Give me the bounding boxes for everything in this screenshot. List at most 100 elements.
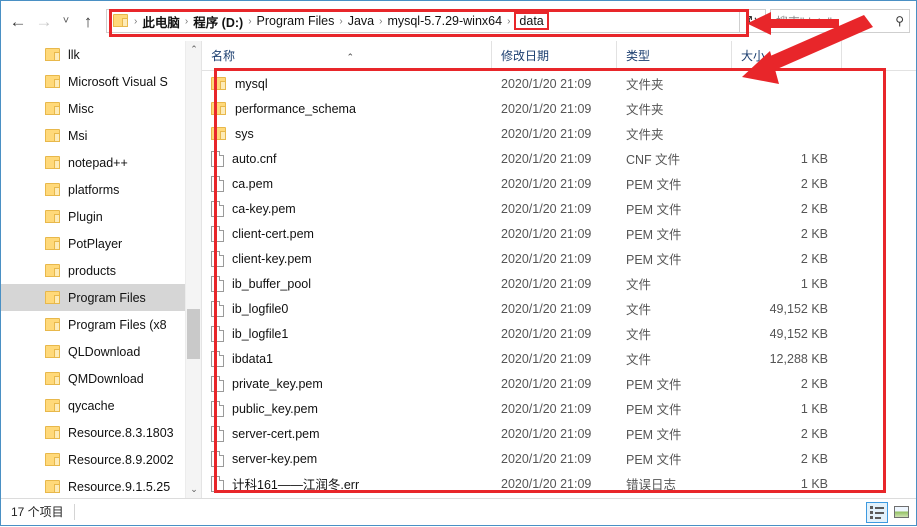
file-name-label: mysql bbox=[235, 76, 268, 91]
table-row[interactable]: ca-key.pem 2020/1/20 21:09 PEM 文件 2 KB bbox=[202, 196, 916, 221]
forward-button[interactable]: → bbox=[31, 8, 57, 34]
breadcrumb-separator: › bbox=[339, 15, 343, 27]
up-button[interactable]: ↑ bbox=[75, 8, 101, 34]
file-size-cell: 1 KB bbox=[800, 401, 828, 416]
column-header-date-modified[interactable]: 修改日期 bbox=[492, 40, 617, 71]
folder-icon bbox=[45, 183, 61, 196]
file-name-cell: client-key.pem bbox=[202, 250, 492, 267]
refresh-button[interactable]: ↻ bbox=[740, 9, 766, 33]
tree-item-platforms[interactable]: platforms bbox=[1, 176, 185, 203]
file-icon bbox=[211, 225, 224, 242]
folder-icon bbox=[113, 14, 129, 28]
tree-item-resource-8-3-1803[interactable]: Resource.8.3.1803 bbox=[1, 419, 185, 446]
file-icon bbox=[211, 300, 224, 317]
search-input[interactable]: 搜索"data" ⚲ bbox=[770, 9, 910, 33]
table-row[interactable]: ib_logfile1 2020/1/20 21:09 文件 49,152 KB bbox=[202, 321, 916, 346]
table-row[interactable]: mysql 2020/1/20 21:09 文件夹 bbox=[202, 71, 916, 96]
table-row[interactable]: ca.pem 2020/1/20 21:09 PEM 文件 2 KB bbox=[202, 171, 916, 196]
recent-locations-button[interactable]: ˅ bbox=[57, 8, 75, 34]
tree-item-label: qycache bbox=[68, 398, 115, 413]
file-name-label: ib_logfile1 bbox=[232, 326, 289, 341]
table-row[interactable]: client-key.pem 2020/1/20 21:09 PEM 文件 2 KB bbox=[202, 246, 916, 271]
file-type-cell: PEM 文件 bbox=[626, 453, 682, 467]
file-type-cell: 文件夹 bbox=[626, 78, 664, 92]
tree-item-label: QMDownload bbox=[68, 371, 144, 386]
tree-item-resource-8-9-2002[interactable]: Resource.8.9.2002 bbox=[1, 446, 185, 473]
tree-item-label: Misc bbox=[68, 101, 94, 116]
file-size-cell: 2 KB bbox=[800, 251, 828, 266]
file-icon bbox=[211, 150, 224, 167]
file-size-cell: 1 KB bbox=[800, 151, 828, 166]
column-header-size[interactable]: 大小 bbox=[732, 40, 842, 71]
tree-item-label: platforms bbox=[68, 182, 120, 197]
file-type-cell: 文件 bbox=[626, 303, 652, 317]
tree-item-notepad[interactable]: notepad++ bbox=[1, 149, 185, 176]
details-view-button[interactable] bbox=[866, 501, 888, 523]
tree-item-label: Resource.8.3.1803 bbox=[68, 425, 174, 440]
tree-item-qmdownload[interactable]: QMDownload bbox=[1, 365, 185, 392]
table-row[interactable]: public_key.pem 2020/1/20 21:09 PEM 文件 1 KB bbox=[202, 396, 916, 421]
tree-item-resource-9-1-5-25[interactable]: Resource.9.1.5.25 bbox=[1, 473, 185, 498]
table-row[interactable]: ibdata1 2020/1/20 21:09 文件 12,288 KB bbox=[202, 346, 916, 371]
table-row[interactable]: server-key.pem 2020/1/20 21:09 PEM 文件 2 KB bbox=[202, 446, 916, 471]
tree-item-llk[interactable]: llk bbox=[1, 41, 185, 68]
table-row[interactable]: performance_schema 2020/1/20 21:09 文件夹 bbox=[202, 96, 916, 121]
breadcrumb-separator: › bbox=[248, 15, 252, 27]
table-row[interactable]: ib_logfile0 2020/1/20 21:09 文件 49,152 KB bbox=[202, 296, 916, 321]
tree-scrollbar[interactable]: ⌃ ⌄ bbox=[185, 41, 201, 498]
table-row[interactable]: 计科161——江润冬.err 2020/1/20 21:09 错误日志 1 KB bbox=[202, 471, 916, 496]
large-icons-view-button[interactable] bbox=[890, 502, 912, 523]
column-header-type[interactable]: 类型 bbox=[617, 40, 732, 71]
scroll-down-icon[interactable]: ⌄ bbox=[186, 481, 201, 498]
scroll-up-icon[interactable]: ⌃ bbox=[186, 41, 201, 58]
tree-item-microsoft-visual-s[interactable]: Microsoft Visual S bbox=[1, 68, 185, 95]
file-name-cell: ibdata1 bbox=[202, 350, 492, 367]
file-date-cell: 2020/1/20 21:09 bbox=[501, 176, 592, 191]
folder-icon bbox=[45, 264, 61, 277]
folder-icon bbox=[45, 480, 61, 493]
table-row[interactable]: sys 2020/1/20 21:09 文件夹 bbox=[202, 121, 916, 146]
table-row[interactable]: server-cert.pem 2020/1/20 21:09 PEM 文件 2 KB bbox=[202, 421, 916, 446]
breadcrumb-mysql[interactable]: mysql-5.7.29-winx64 bbox=[384, 13, 505, 29]
file-name-label: public_key.pem bbox=[232, 401, 318, 416]
file-name-label: sys bbox=[235, 126, 254, 141]
scrollbar-thumb[interactable] bbox=[187, 309, 200, 359]
file-type-cell: PEM 文件 bbox=[626, 228, 682, 242]
file-name-label: ib_buffer_pool bbox=[232, 276, 312, 291]
file-name-label: client-cert.pem bbox=[232, 226, 314, 241]
address-bar[interactable]: › 此电脑 › 程序 (D:) › Program Files › Java ›… bbox=[106, 9, 740, 33]
file-name-label: server-key.pem bbox=[232, 451, 318, 466]
tree-item-program-files-x8[interactable]: Program Files (x8 bbox=[1, 311, 185, 338]
tree-item-program-files[interactable]: Program Files bbox=[1, 284, 185, 311]
file-size-cell: 2 KB bbox=[800, 226, 828, 241]
file-name-cell: server-key.pem bbox=[202, 450, 492, 467]
file-name-cell: server-cert.pem bbox=[202, 425, 492, 442]
file-date-cell: 2020/1/20 21:09 bbox=[501, 451, 592, 466]
file-name-cell: 计科161——江润冬.err bbox=[202, 474, 492, 493]
tree-item-label: Resource.9.1.5.25 bbox=[68, 479, 171, 494]
tree-item-msi[interactable]: Msi bbox=[1, 122, 185, 149]
breadcrumb-java[interactable]: Java bbox=[345, 13, 377, 29]
breadcrumb-drive-d[interactable]: 程序 (D:) bbox=[190, 11, 246, 32]
folder-icon bbox=[45, 129, 61, 142]
breadcrumb-program-files[interactable]: Program Files bbox=[254, 13, 338, 29]
explorer-body: llk Microsoft Visual S Misc Msi notepad++ pla… bbox=[1, 40, 916, 498]
folder-icon bbox=[45, 210, 61, 223]
file-icon bbox=[211, 200, 224, 217]
back-button[interactable]: ← bbox=[5, 8, 31, 34]
tree-item-plugin[interactable]: Plugin bbox=[1, 203, 185, 230]
breadcrumb-data-current[interactable]: data bbox=[514, 12, 549, 30]
tree-item-qldownload[interactable]: QLDownload bbox=[1, 338, 185, 365]
breadcrumb-this-pc[interactable]: 此电脑 bbox=[139, 11, 183, 32]
column-header-name[interactable]: 名称 ⌃ bbox=[202, 40, 492, 71]
table-row[interactable]: private_key.pem 2020/1/20 21:09 PEM 文件 2 KB bbox=[202, 371, 916, 396]
tree-item-qycache[interactable]: qycache bbox=[1, 392, 185, 419]
table-row[interactable]: auto.cnf 2020/1/20 21:09 CNF 文件 1 KB bbox=[202, 146, 916, 171]
file-date-cell: 2020/1/20 21:09 bbox=[501, 226, 592, 241]
tree-item-misc[interactable]: Misc bbox=[1, 95, 185, 122]
file-name-cell: auto.cnf bbox=[202, 150, 492, 167]
tree-item-products[interactable]: products bbox=[1, 257, 185, 284]
table-row[interactable]: ib_buffer_pool 2020/1/20 21:09 文件 1 KB bbox=[202, 271, 916, 296]
table-row[interactable]: client-cert.pem 2020/1/20 21:09 PEM 文件 2 KB bbox=[202, 221, 916, 246]
tree-item-potplayer[interactable]: PotPlayer bbox=[1, 230, 185, 257]
